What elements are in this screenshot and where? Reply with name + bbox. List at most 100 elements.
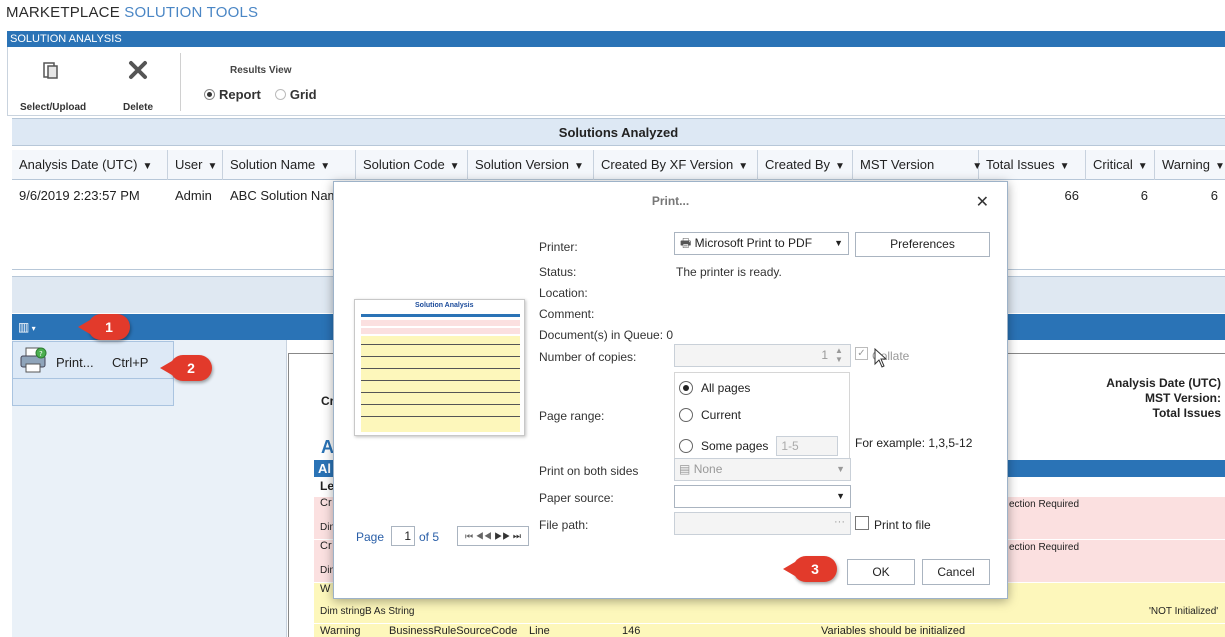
cell-critical: 6 <box>1140 188 1148 203</box>
col-solution-name[interactable]: Solution Name ▼ <box>223 150 356 180</box>
location-label: Location: <box>539 286 588 300</box>
page-range-group: All pages Current Some pages 1-5 <box>674 372 850 463</box>
print-menu-label: Print... <box>56 355 94 370</box>
col-critical[interactable]: Critical ▼ <box>1086 150 1155 180</box>
page-navigation[interactable]: ⏮ ◀◀ ▶▶ ⏭ <box>457 526 529 546</box>
filter-icon[interactable]: ▼ <box>738 161 748 172</box>
callout-3: 3 <box>783 556 837 582</box>
copies-stepper[interactable]: ▲ ▼ <box>835 346 843 364</box>
dialog-title: Print... <box>651 194 690 208</box>
print-preview-thumbnail: Solution Analysis <box>354 299 525 436</box>
filter-icon[interactable]: ▼ <box>835 161 845 172</box>
select-upload-button[interactable]: Select/Upload <box>20 59 86 113</box>
report-menu-button[interactable]: ▥ ▾ <box>18 320 36 334</box>
delete-icon <box>129 61 147 79</box>
col-user[interactable]: User ▼ <box>168 150 223 180</box>
copies-label: Number of copies: <box>539 350 637 364</box>
filter-icon[interactable]: ▼ <box>450 161 460 172</box>
cell-analysis-date: 9/6/2019 2:23:57 PM <box>19 188 140 203</box>
next-page-icon[interactable]: ▶▶ <box>494 531 510 541</box>
file-path-input[interactable]: ··· <box>674 512 851 535</box>
both-sides-label: Print on both sides <box>539 464 639 478</box>
filter-icon[interactable]: ▼ <box>142 161 152 172</box>
report-mst-version-label: MST Version: <box>1144 391 1221 405</box>
page-count: of 5 <box>419 530 440 544</box>
filter-icon[interactable]: ▼ <box>574 161 584 172</box>
col-solution-code[interactable]: Solution Code ▼ <box>356 150 468 180</box>
print-dialog: Print... ✕ Solution Analysis Page 1 of 5… <box>333 181 1008 599</box>
cell-warning: 6 <box>1210 188 1218 203</box>
col-created-by-xf-version[interactable]: Created By XF Version ▼ <box>594 150 758 180</box>
results-view-title: Results View <box>230 65 292 76</box>
ok-button[interactable]: OK <box>847 559 915 585</box>
some-pages-option[interactable]: Some pages 1-5 <box>679 436 839 456</box>
print-to-file-checkbox[interactable] <box>855 516 869 530</box>
grid-option-label[interactable]: Grid <box>290 87 317 102</box>
col-created-by[interactable]: Created By ▼ <box>758 150 853 180</box>
filter-icon[interactable]: ▼ <box>207 161 217 172</box>
section-header: SOLUTION ANALYSIS <box>7 31 1225 47</box>
filter-icon[interactable]: ▼ <box>1138 161 1148 172</box>
page-range-example: For example: 1,3,5-12 <box>855 436 973 450</box>
app-title: MARKETPLACE SOLUTION TOOLS <box>6 4 259 21</box>
col-warning[interactable]: Warning ▼ <box>1155 150 1225 180</box>
page-range-label: Page range: <box>539 409 605 423</box>
page-input[interactable]: 1 <box>391 526 415 546</box>
col-total-issues[interactable]: Total Issues ▼ <box>979 150 1086 180</box>
report-row-warning-detail: Dim stringB As String 'NOT Initialized' <box>314 601 1225 623</box>
chevron-down-icon: ▼ <box>836 464 845 474</box>
col-solution-version[interactable]: Solution Version ▼ <box>468 150 594 180</box>
grid-title: Solutions Analyzed <box>12 118 1225 146</box>
callout-1: 1 <box>78 314 130 340</box>
filter-icon[interactable]: ▼ <box>1215 161 1225 172</box>
printer-icon: ? <box>20 347 47 373</box>
upload-icon <box>43 62 58 79</box>
printer-small-icon: 🖶 <box>680 236 692 250</box>
all-pages-option[interactable]: All pages <box>679 381 750 395</box>
paper-source-select[interactable]: ▼ <box>674 485 851 508</box>
cell-user: Admin <box>175 188 212 203</box>
grid-radio[interactable] <box>274 89 286 100</box>
close-icon[interactable]: ✕ <box>976 192 989 212</box>
report-analysis-date-label: Analysis Date (UTC) <box>1106 376 1221 390</box>
col-mst-version[interactable]: MST Version ▼ <box>853 150 982 180</box>
filter-icon[interactable]: ▼ <box>1060 161 1070 172</box>
document-icon: ▤ <box>679 462 691 476</box>
report-option-label[interactable]: Report <box>219 87 261 102</box>
chevron-down-icon: ▼ <box>834 238 843 248</box>
toolbar-divider <box>180 53 181 111</box>
copies-input[interactable]: 1 <box>674 344 851 367</box>
results-view-options: Report Grid <box>204 87 317 102</box>
cancel-button[interactable]: Cancel <box>922 559 990 585</box>
menu-lower-area <box>12 379 174 406</box>
delete-button[interactable]: Delete <box>113 59 163 113</box>
report-radio[interactable] <box>204 89 215 100</box>
status-label: Status: <box>539 265 577 279</box>
collate-checkbox[interactable]: ✓ <box>855 347 868 360</box>
current-option[interactable]: Current <box>679 408 741 422</box>
some-pages-input[interactable]: 1-5 <box>776 436 839 456</box>
report-row-warning-bottom: Warning BusinessRuleSourceCode Line 146 … <box>314 624 1225 637</box>
printer-label: Printer: <box>539 240 578 254</box>
print-shortcut: Ctrl+P <box>112 355 149 370</box>
col-analysis-date[interactable]: Analysis Date (UTC) ▼ <box>12 150 168 180</box>
last-page-icon[interactable]: ⏭ <box>513 531 521 541</box>
mouse-cursor-icon <box>874 348 888 368</box>
callout-2: 2 <box>160 355 212 381</box>
first-page-icon[interactable]: ⏮ <box>465 531 473 541</box>
queue-label: Document(s) in Queue: 0 <box>539 328 674 342</box>
preferences-button[interactable]: Preferences <box>855 232 990 257</box>
prev-page-icon[interactable]: ◀◀ <box>476 531 492 541</box>
svg-text:?: ? <box>39 350 43 358</box>
chevron-down-icon: ▾ <box>29 324 36 333</box>
filter-icon[interactable]: ▼ <box>320 161 330 172</box>
comment-label: Comment: <box>539 307 595 321</box>
grid-header: Analysis Date (UTC) ▼ User ▼ Solution Name… <box>12 150 1225 180</box>
both-sides-select[interactable]: ▤ None ▼ <box>674 458 851 481</box>
browse-icon[interactable]: ··· <box>834 516 845 528</box>
printer-select[interactable]: 🖶 Microsoft Print to PDF ▼ <box>674 232 849 255</box>
paper-source-label: Paper source: <box>539 491 614 505</box>
book-icon: ▥ <box>18 320 30 334</box>
print-to-file-label: Print to file <box>874 518 931 532</box>
file-path-label: File path: <box>539 518 589 532</box>
